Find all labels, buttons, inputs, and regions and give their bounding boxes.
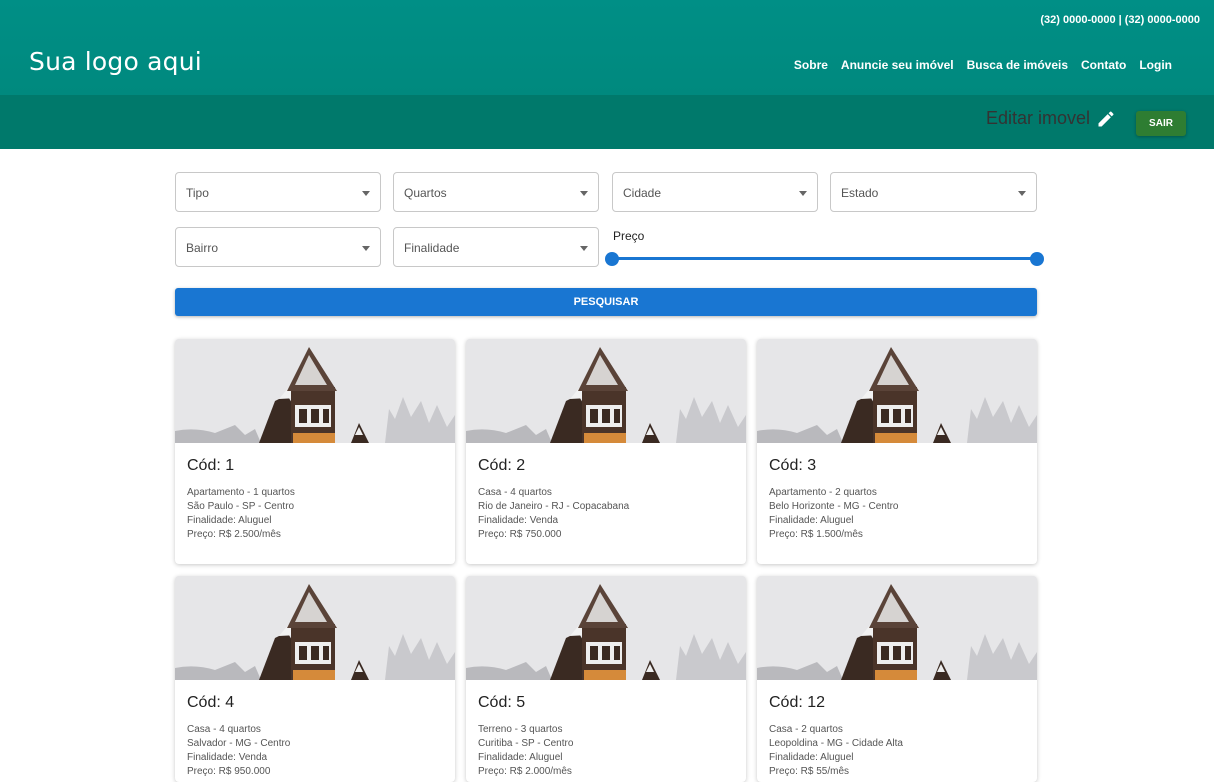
chevron-down-icon <box>580 246 588 251</box>
chevron-down-icon <box>362 191 370 196</box>
listing-card[interactable]: Cód: 3 Apartamento - 2 quartos Belo Horizo… <box>757 339 1037 564</box>
preco-label: Preço <box>613 229 645 243</box>
listing-card[interactable]: Cód: 12 Casa - 2 quartos Leopoldina - MG -… <box>757 576 1037 782</box>
listing-location: Belo Horizonte - MG - Centro <box>769 501 899 512</box>
listing-location: Curitiba - SP - Centro <box>478 738 574 749</box>
pencil-icon <box>1098 110 1114 126</box>
listing-location: Rio de Janeiro - RJ - Copacabana <box>478 501 630 512</box>
listing-location: Salvador - MG - Centro <box>187 738 291 749</box>
listing-type: Apartamento - 1 quartos <box>187 487 295 498</box>
listing-location: Leopoldina - MG - Cidade Alta <box>769 738 903 749</box>
listing-image[interactable] <box>757 339 1037 443</box>
listing-price: Preço: R$ 1.500/mês <box>769 529 863 540</box>
listing-purpose: Finalidade: Aluguel <box>769 515 854 526</box>
nav-sobre[interactable]: Sobre <box>794 58 828 72</box>
tipo-select-label: Tipo <box>186 186 209 200</box>
cidade-select-label: Cidade <box>623 186 662 200</box>
preco-slider-min-thumb[interactable] <box>605 252 619 266</box>
chevron-down-icon <box>362 246 370 251</box>
listing-card[interactable]: Cód: 2 Casa - 4 quartos Rio de Janeiro - R… <box>466 339 746 564</box>
estado-select-label: Estado <box>841 186 879 200</box>
finalidade-select[interactable]: Finalidade <box>393 227 599 267</box>
edit-label: Editar imovel <box>985 108 1090 128</box>
bairro-select-label: Bairro <box>186 241 219 255</box>
tipo-select[interactable]: Tipo <box>175 172 381 212</box>
listing-card[interactable]: Cód: 5 Terreno - 3 quartos Curitiba - SP -… <box>466 576 746 782</box>
listing-type: Terreno - 3 quartos <box>478 724 563 735</box>
top-header: (32) 0000-0000 | (32) 0000-0000 Sua logo… <box>0 0 1214 95</box>
listing-price: Preço: R$ 2.000/mês <box>478 766 572 777</box>
bairro-select[interactable]: Bairro <box>175 227 381 267</box>
sair-button[interactable]: SAIR <box>1136 111 1186 136</box>
listing-code: Cód: 1 <box>187 457 235 474</box>
chevron-down-icon <box>580 191 588 196</box>
listing-type: Apartamento - 2 quartos <box>769 487 877 498</box>
listing-price: Preço: R$ 2.500/mês <box>187 529 281 540</box>
listing-image[interactable] <box>466 576 746 680</box>
chevron-down-icon <box>799 191 807 196</box>
listing-image[interactable] <box>175 339 455 443</box>
listing-image[interactable] <box>175 576 455 680</box>
estado-select[interactable]: Estado <box>830 172 1037 212</box>
listing-code: Cód: 4 <box>187 694 235 711</box>
nav-contato[interactable]: Contato <box>1081 58 1126 72</box>
listing-card[interactable]: Cód: 1 Apartamento - 1 quartos São Paulo -… <box>175 339 455 564</box>
listing-image[interactable] <box>757 576 1037 680</box>
listing-code: Cód: 5 <box>478 694 526 711</box>
listing-type: Casa - 2 quartos <box>769 724 843 735</box>
phone-numbers: (32) 0000-0000 | (32) 0000-0000 <box>1040 14 1200 26</box>
preco-slider-max-thumb[interactable] <box>1030 252 1044 266</box>
nav-login[interactable]: Login <box>1139 58 1172 72</box>
finalidade-select-label: Finalidade <box>404 241 460 255</box>
listing-code: Cód: 12 <box>769 694 826 711</box>
preco-slider-track[interactable] <box>612 257 1037 260</box>
cidade-select[interactable]: Cidade <box>612 172 818 212</box>
logo[interactable]: Sua logo aqui <box>29 47 202 76</box>
nav-busca[interactable]: Busca de imóveis <box>967 58 1068 72</box>
listing-price: Preço: R$ 750.000 <box>478 529 562 540</box>
listing-image[interactable] <box>466 339 746 443</box>
listing-purpose: Finalidade: Aluguel <box>478 752 563 763</box>
listing-price: Preço: R$ 55/mês <box>769 766 850 777</box>
listing-purpose: Finalidade: Aluguel <box>769 752 854 763</box>
nav-anuncie[interactable]: Anuncie seu imóvel <box>841 58 954 72</box>
pesquisar-button[interactable]: PESQUISAR <box>175 288 1037 316</box>
listing-code: Cód: 3 <box>769 457 817 474</box>
listing-purpose: Finalidade: Aluguel <box>187 515 272 526</box>
listing-price: Preço: R$ 950.000 <box>187 766 271 777</box>
listing-card[interactable]: Cód: 4 Casa - 4 quartos Salvador - MG - Ce… <box>175 576 455 782</box>
listing-location: São Paulo - SP - Centro <box>187 501 295 512</box>
listing-type: Casa - 4 quartos <box>478 487 552 498</box>
edit-imovel-link[interactable]: Editar imovel <box>986 108 1116 129</box>
listing-type: Casa - 4 quartos <box>187 724 261 735</box>
listing-purpose: Finalidade: Venda <box>187 752 268 763</box>
main-nav: Sobre Anuncie seu imóvel Busca de imóvei… <box>794 58 1172 72</box>
listing-code: Cód: 2 <box>478 457 526 474</box>
chevron-down-icon <box>1018 191 1026 196</box>
quartos-select[interactable]: Quartos <box>393 172 599 212</box>
quartos-select-label: Quartos <box>404 186 447 200</box>
listing-purpose: Finalidade: Venda <box>478 515 559 526</box>
